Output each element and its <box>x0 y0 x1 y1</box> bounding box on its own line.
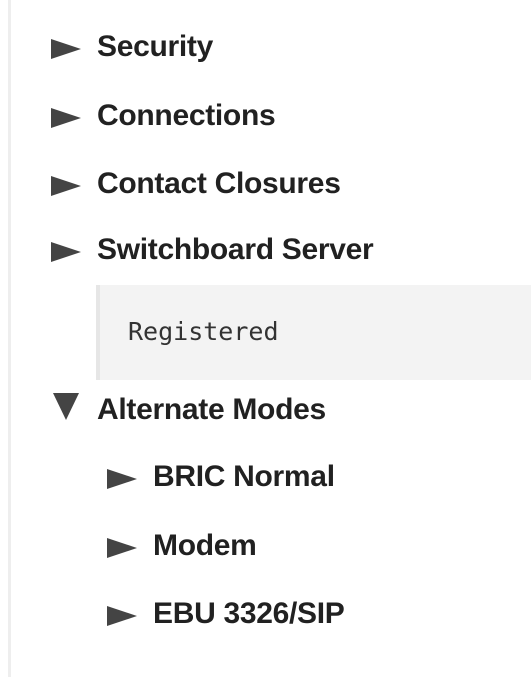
tree-item-contact-closures[interactable]: Contact Closures <box>48 164 341 204</box>
switchboard-status-box: Registered <box>96 285 531 380</box>
tree-item-label: Contact Closures <box>97 167 341 200</box>
tree-item-label: Connections <box>97 99 276 132</box>
triangle-right-icon[interactable] <box>104 526 140 566</box>
switchboard-status-text: Registered <box>128 317 279 346</box>
tree-item-bric-normal[interactable]: BRIC Normal <box>104 457 335 497</box>
tree-view: Security Connections Contact Closures Sw… <box>0 0 531 677</box>
tree-item-label: Switchboard Server <box>97 233 374 266</box>
tree-item-label: Alternate Modes <box>97 393 326 426</box>
triangle-right-icon[interactable] <box>104 457 140 497</box>
settings-tree-panel: Security Connections Contact Closures Sw… <box>0 0 531 677</box>
triangle-down-icon[interactable] <box>48 390 84 430</box>
tree-item-label: BRIC Normal <box>153 460 335 493</box>
tree-item-ebu-3326-sip[interactable]: EBU 3326/SIP <box>104 594 345 634</box>
tree-item-alternate-modes[interactable]: Alternate Modes <box>48 390 326 430</box>
tree-item-label: Modem <box>153 529 257 562</box>
triangle-right-icon[interactable] <box>104 594 140 634</box>
tree-item-modem[interactable]: Modem <box>104 526 257 566</box>
triangle-right-icon[interactable] <box>48 96 84 136</box>
triangle-right-icon[interactable] <box>48 230 84 270</box>
triangle-right-icon[interactable] <box>48 27 84 67</box>
tree-item-label: EBU 3326/SIP <box>153 597 345 630</box>
tree-item-security[interactable]: Security <box>48 27 213 67</box>
triangle-right-icon[interactable] <box>48 164 84 204</box>
tree-item-switchboard-server[interactable]: Switchboard Server <box>48 230 374 270</box>
tree-item-connections[interactable]: Connections <box>48 96 276 136</box>
tree-item-label: Security <box>97 30 213 63</box>
